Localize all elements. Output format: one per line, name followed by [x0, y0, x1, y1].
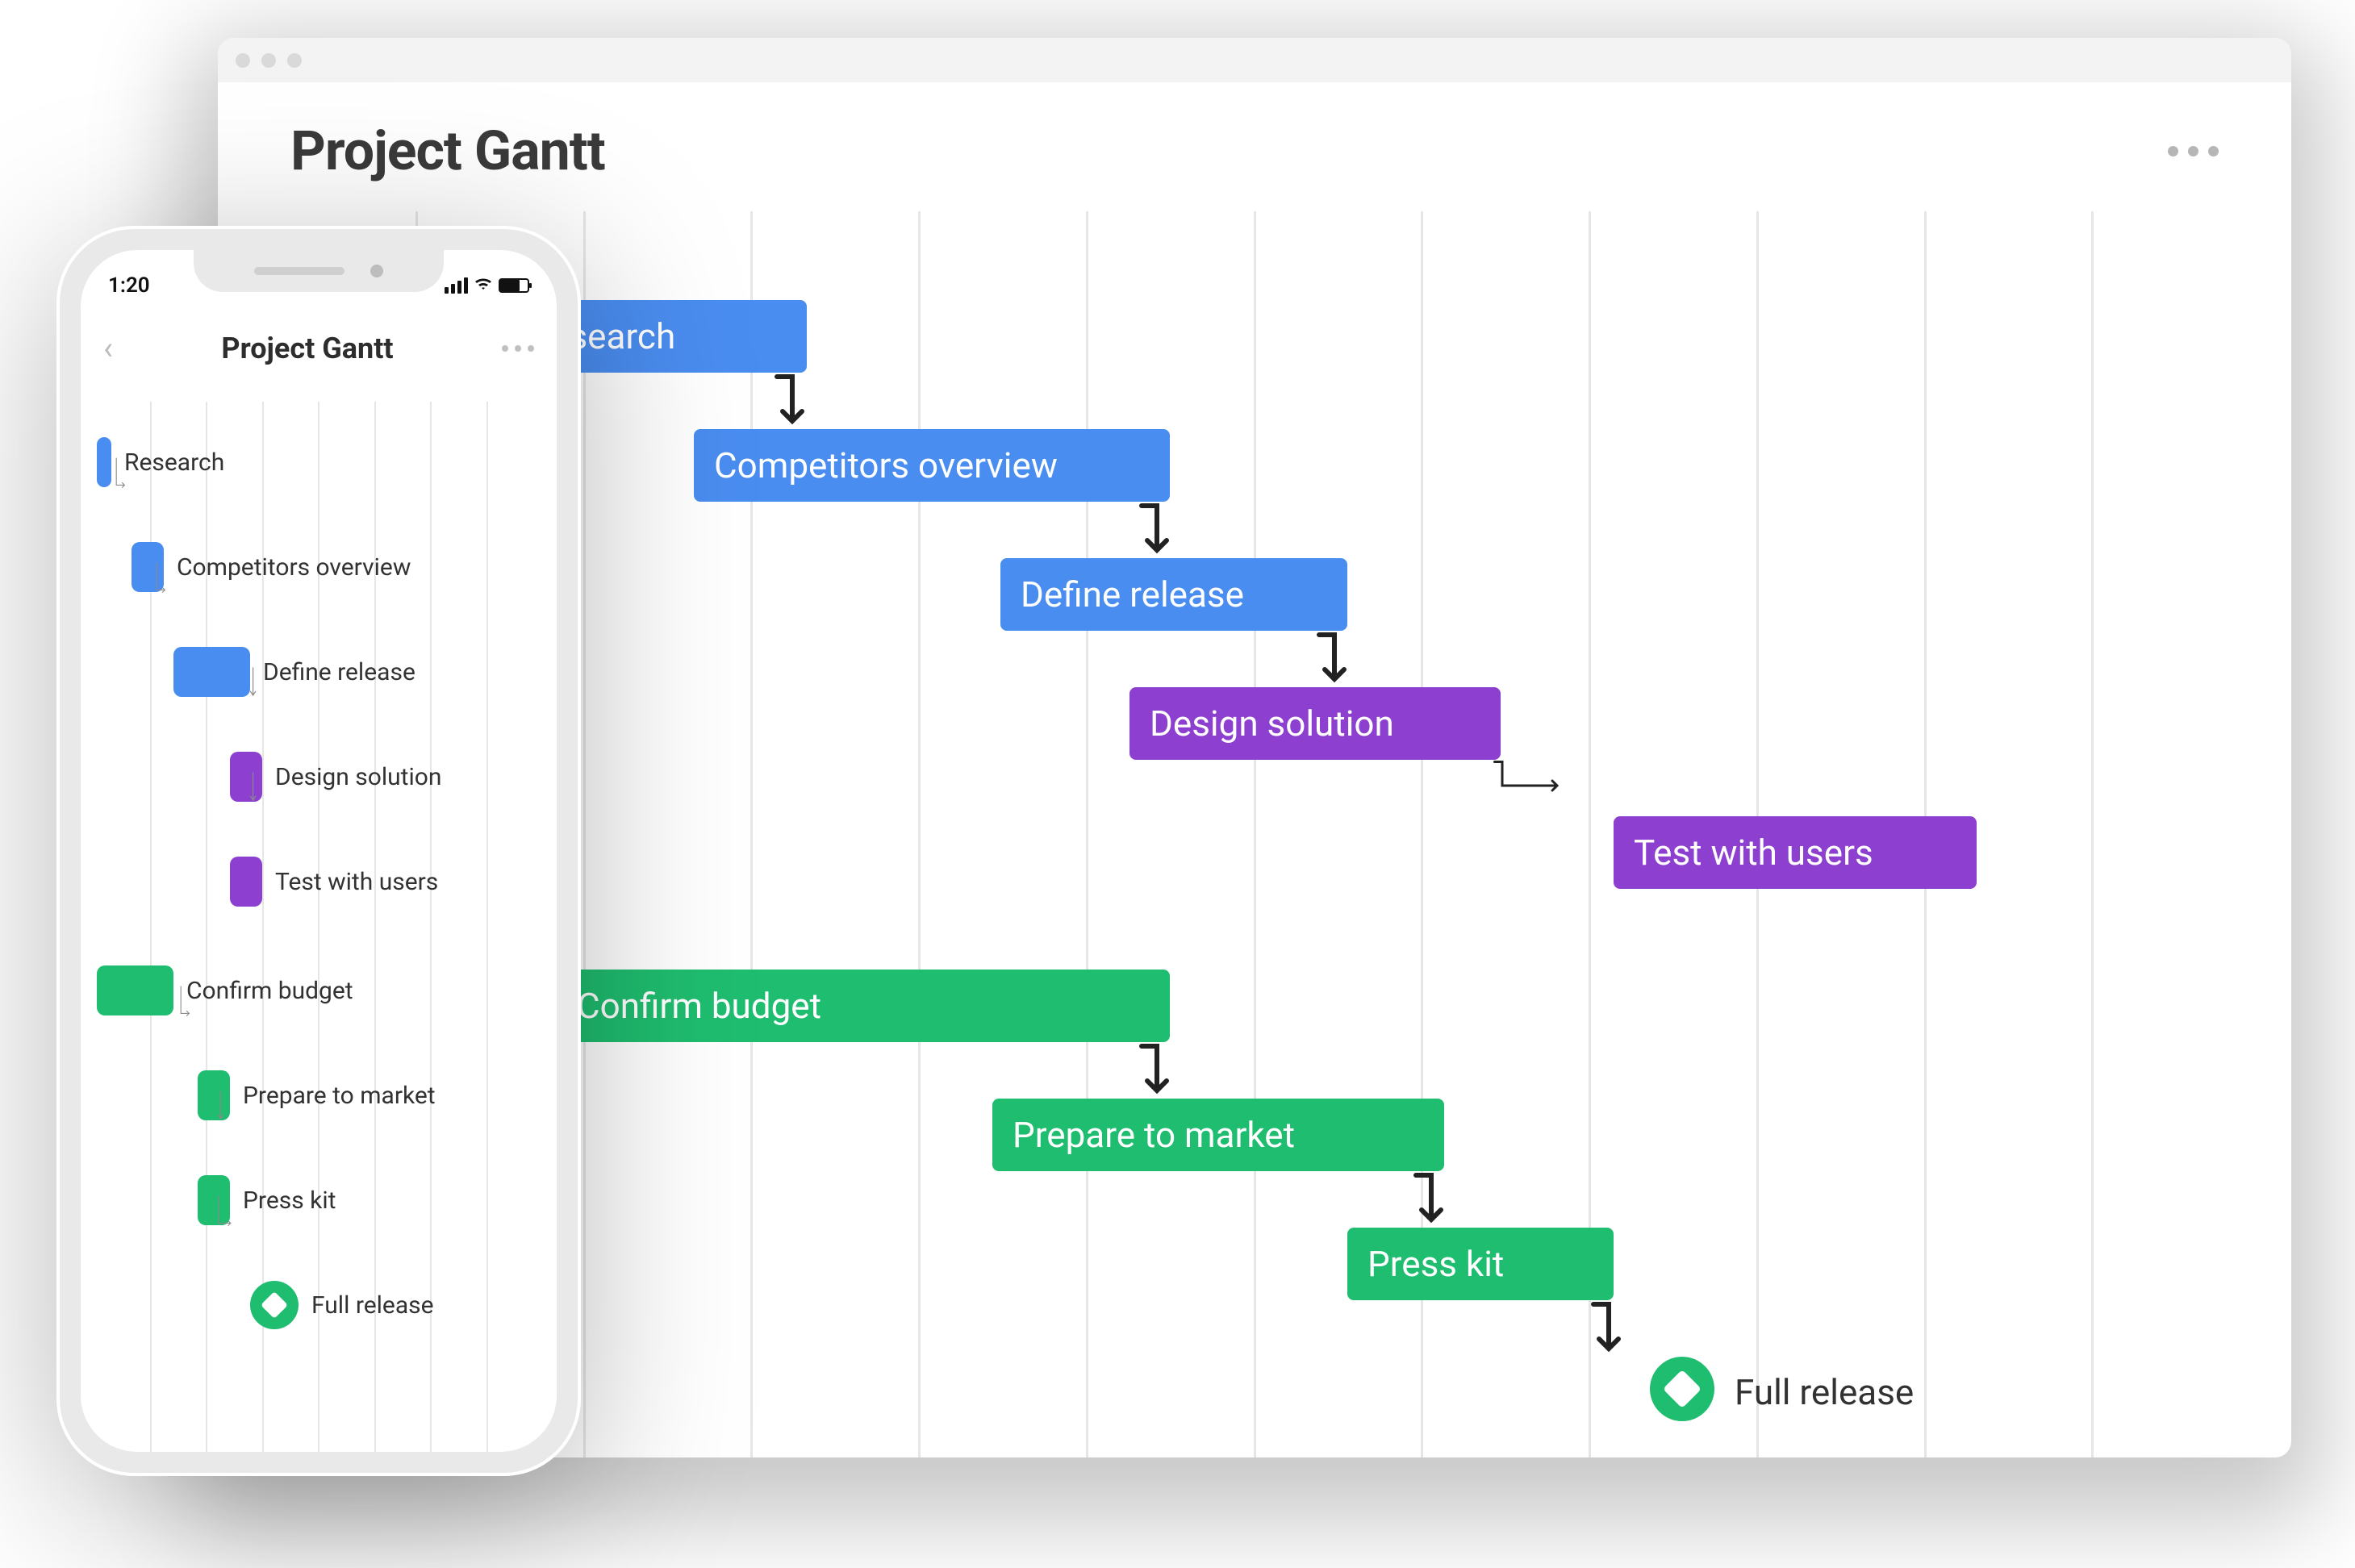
- milestone-release-icon[interactable]: [250, 1281, 299, 1329]
- dependency-arrow-icon: [242, 668, 274, 700]
- dependency-arrow-icon: [210, 1091, 242, 1124]
- window-minimize-icon[interactable]: [261, 53, 276, 68]
- ellipsis-dot-icon: [2168, 146, 2178, 156]
- status-time: 1:20: [108, 273, 150, 298]
- page-title: Project Gantt: [290, 119, 605, 183]
- task-bar-define[interactable]: [173, 647, 250, 697]
- wifi-icon: [474, 276, 492, 295]
- camera-icon: [370, 265, 383, 277]
- task-bar-test[interactable]: [230, 857, 262, 907]
- task-bar-confirm[interactable]: [97, 965, 173, 1015]
- phone-gantt: Research Competitors overview: [81, 402, 557, 1452]
- task-bar-define[interactable]: Define release: [1000, 558, 1347, 631]
- more-menu-button[interactable]: [502, 345, 534, 352]
- task-label: Press kit: [1367, 1243, 1504, 1285]
- task-label: Confirm budget: [577, 985, 821, 1027]
- task-bar-prepare[interactable]: Prepare to market: [992, 1099, 1444, 1171]
- task-label: Design solution: [1150, 703, 1394, 744]
- task-label: Prepare to market: [1013, 1114, 1295, 1156]
- speaker-icon: [254, 267, 344, 275]
- task-label: Press kit: [243, 1186, 336, 1215]
- milestone-label: Full release: [311, 1291, 434, 1320]
- ellipsis-dot-icon: [2188, 146, 2198, 156]
- task-label: Test with users: [275, 868, 438, 896]
- phone-notch: [194, 250, 444, 292]
- milestone-release-icon[interactable]: [1650, 1357, 1714, 1421]
- task-label: Confirm budget: [186, 977, 353, 1005]
- phone-header: ‹ Project Gantt: [81, 313, 557, 384]
- desktop-header: Project Gantt: [218, 82, 2291, 195]
- dependency-arrow-icon: [773, 373, 837, 437]
- dependency-arrow-icon: [1476, 760, 1541, 824]
- phone-screen: 1:20 ‹ Project Gantt: [81, 250, 557, 1452]
- ellipsis-dot-icon: [528, 345, 534, 352]
- back-chevron-icon[interactable]: ‹: [103, 332, 113, 365]
- phone-title: Project Gantt: [221, 332, 393, 365]
- task-bar-press[interactable]: Press kit: [1347, 1228, 1614, 1300]
- dependency-arrow-icon: [105, 458, 137, 490]
- dependency-arrow-icon: [1589, 1300, 1654, 1365]
- milestone-label: Full release: [1735, 1371, 1914, 1413]
- dependency-arrow-icon: [1138, 502, 1202, 566]
- task-bar-competitors[interactable]: Competitors overview: [694, 429, 1170, 502]
- task-label: Design solution: [275, 763, 441, 791]
- window-titlebar: [218, 38, 2291, 82]
- ellipsis-dot-icon: [502, 345, 508, 352]
- task-bar-confirm[interactable]: Confirm budget: [557, 970, 1170, 1042]
- battery-icon: [499, 278, 529, 293]
- ellipsis-dot-icon: [515, 345, 521, 352]
- task-label: Competitors overview: [177, 553, 411, 582]
- more-menu-button[interactable]: [2168, 146, 2235, 156]
- task-label: Competitors overview: [714, 444, 1058, 486]
- window-close-icon[interactable]: [236, 53, 250, 68]
- dependency-arrow-icon: [1315, 631, 1380, 695]
- task-bar-design[interactable]: Design solution: [1129, 687, 1501, 760]
- phone-mockup: 1:20 ‹ Project Gantt: [56, 226, 581, 1476]
- dependency-arrow-icon: [210, 1196, 242, 1228]
- dependency-arrow-icon: [242, 773, 274, 805]
- cell-signal-icon: [445, 277, 468, 294]
- ellipsis-dot-icon: [2208, 146, 2219, 156]
- task-bar-test[interactable]: Test with users: [1614, 816, 1977, 889]
- task-label: Test with users: [1634, 832, 1873, 874]
- task-label: Define release: [1021, 573, 1244, 615]
- task-label: Define release: [263, 658, 415, 686]
- dependency-arrow-icon: [145, 563, 177, 595]
- window-maximize-icon[interactable]: [287, 53, 302, 68]
- dependency-arrow-icon: [1412, 1171, 1476, 1236]
- dependency-arrow-icon: [1138, 1042, 1202, 1107]
- task-label: Prepare to market: [243, 1082, 436, 1110]
- task-label: Research: [124, 448, 224, 477]
- dependency-arrow-icon: [169, 986, 202, 1019]
